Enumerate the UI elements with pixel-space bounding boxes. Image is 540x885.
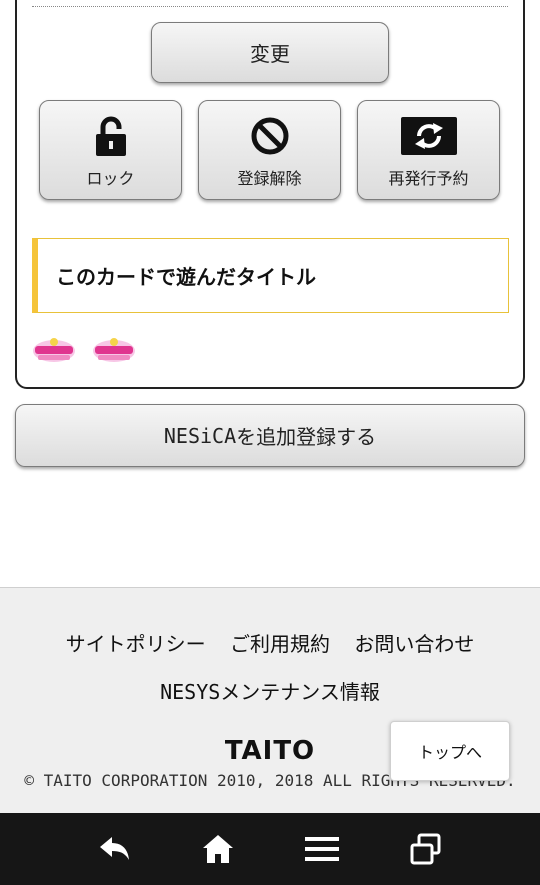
back-to-top-button[interactable]: トップへ <box>390 721 510 781</box>
lock-button[interactable]: ロック <box>39 100 182 200</box>
played-titles-heading: このカードで遊んだタイトル <box>56 265 316 289</box>
game-title-logo-icon[interactable] <box>92 337 136 365</box>
reissue-arrows-icon <box>400 115 457 157</box>
played-titles-header: このカードで遊んだタイトル <box>32 238 509 313</box>
unlocked-padlock-icon <box>94 115 128 157</box>
change-button[interactable]: 変更 <box>151 22 389 83</box>
taito-logo: TAITO <box>224 736 316 766</box>
reissue-reservation-button[interactable]: 再発行予約 <box>357 100 500 200</box>
maintenance-link-brand: NESYS <box>160 680 221 704</box>
unregister-button[interactable]: 登録解除 <box>198 100 341 200</box>
home-icon <box>203 835 233 863</box>
menu-button[interactable] <box>270 813 374 885</box>
home-button[interactable] <box>166 813 270 885</box>
back-icon <box>100 837 129 860</box>
game-title-logo-icon[interactable] <box>32 337 76 365</box>
footer-links: サイトポリシー ご利用規約 お問い合わせ <box>0 628 540 657</box>
prohibited-icon <box>250 115 290 157</box>
add-nesica-label-brand: NESiCA <box>163 423 237 448</box>
contact-link[interactable]: お問い合わせ <box>354 632 474 656</box>
change-button-label: 変更 <box>250 42 290 66</box>
reissue-reservation-button-label: 再発行予約 <box>388 169 469 188</box>
add-nesica-button[interactable]: NESiCA を追加登録する <box>15 404 525 467</box>
site-policy-link[interactable]: サイトポリシー <box>66 632 206 656</box>
recent-apps-icon <box>410 833 441 865</box>
menu-icon <box>305 837 339 861</box>
unregister-button-label: 登録解除 <box>237 169 302 188</box>
divider <box>32 6 508 7</box>
terms-of-use-link[interactable]: ご利用規約 <box>230 632 330 656</box>
lock-button-label: ロック <box>86 169 135 188</box>
back-button[interactable] <box>62 813 166 885</box>
android-nav-bar <box>0 813 540 885</box>
maintenance-link-text: メンテナンス情報 <box>220 680 380 704</box>
back-to-top-label: トップへ <box>417 743 482 762</box>
recent-apps-button[interactable] <box>374 813 478 885</box>
maintenance-info-link[interactable]: NESYSメンテナンス情報 <box>0 676 540 705</box>
add-nesica-label-text: を追加登録する <box>236 425 377 449</box>
footer: サイトポリシー ご利用規約 お問い合わせ NESYSメンテナンス情報 TAITO… <box>0 587 540 813</box>
